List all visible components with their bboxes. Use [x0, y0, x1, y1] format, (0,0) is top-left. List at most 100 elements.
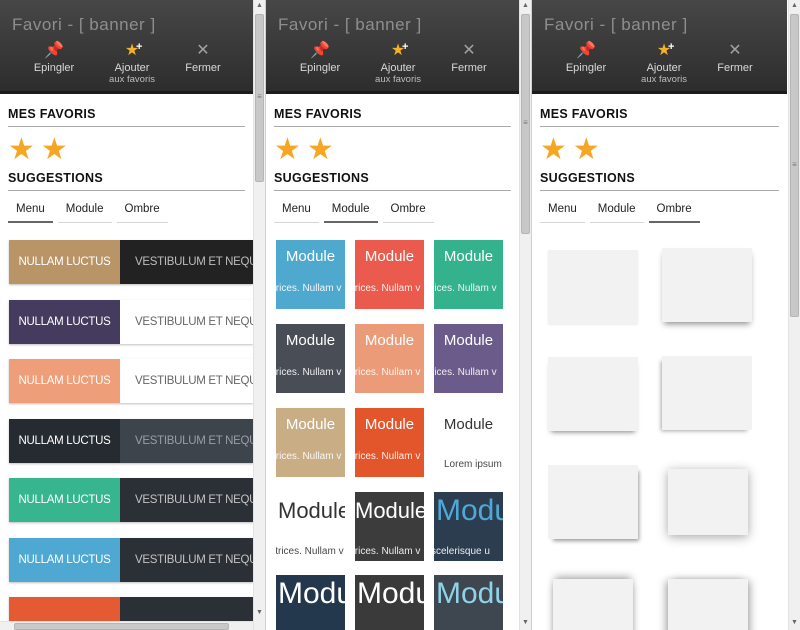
module-suggestion-tile[interactable]: Modu scelerisque u [434, 492, 503, 561]
add-favorite-button[interactable]: ★ + Ajouter aux favoris [625, 40, 703, 85]
shadow-card[interactable] [662, 356, 752, 430]
menu-item-right-label: VESTIBULUM ET NEQUE [120, 299, 253, 344]
tab-menu[interactable]: Menu [8, 201, 53, 223]
shadow-card[interactable] [668, 579, 748, 630]
module-suggestion-tile[interactable]: Module [355, 575, 424, 630]
module-suggestion-tile[interactable]: Module trices. Nullam v [276, 240, 345, 309]
vertical-scrollbar[interactable]: ▲ ▼ [519, 0, 531, 630]
horizontal-scrollbar[interactable] [0, 621, 253, 630]
favorite-stars: ★ ★ [8, 127, 245, 171]
menu-suggestion-item[interactable]: NULLAM LUCTUS VESTIBULUM ET NEQUE [9, 478, 253, 522]
scroll-up-icon[interactable]: ▲ [254, 2, 265, 9]
module-title: Module [364, 416, 415, 433]
module-suggestion-tile[interactable]: Module trices. Nullam v [355, 240, 424, 309]
shadow-card[interactable] [548, 250, 638, 324]
vertical-scrollbar[interactable]: ▲ ▼ [788, 0, 800, 630]
module-suggestion-tile[interactable]: Module trices. Nullam v [276, 324, 345, 393]
scroll-down-icon[interactable]: ▼ [254, 609, 265, 616]
pin-button[interactable]: 📌 Epingler [15, 40, 93, 74]
favorite-star-icon[interactable]: ★ [307, 135, 334, 165]
favorite-star-icon[interactable]: ★ [41, 135, 68, 165]
tab-ombre[interactable]: Ombre [116, 201, 168, 223]
module-suggestion-tile[interactable]: Module Lorem ipsum [434, 408, 503, 477]
module-suggestion-tile[interactable]: Modu [434, 575, 503, 630]
scrollbar-thumb[interactable] [14, 623, 229, 630]
menu-item-right-label: VESTIBULUM ET NEQUE [120, 537, 253, 582]
module-subtitle: rices. Nullam v [434, 367, 497, 378]
shadow-card[interactable] [548, 357, 638, 431]
tab-menu[interactable]: Menu [540, 201, 585, 223]
tab-ombre[interactable]: Ombre [648, 201, 700, 223]
scroll-up-icon[interactable]: ▲ [789, 2, 800, 9]
tab-menu[interactable]: Menu [274, 201, 319, 223]
menu-item-right-label: VESTIBULUM ET NEQUE [120, 418, 253, 463]
scroll-down-icon[interactable]: ▼ [789, 619, 800, 626]
menu-item-left-label: NULLAM LUCTUS [9, 359, 120, 403]
pin-label: Epingler [33, 62, 75, 74]
menu-item-left-label: NULLAM LUCTUS [9, 478, 120, 522]
close-label: Fermer [717, 62, 753, 74]
shadow-card[interactable] [662, 248, 752, 322]
scrollbar-thumb[interactable] [255, 14, 264, 182]
menu-suggestion-item[interactable]: NULLAM LUCTUS VESTIBULUM ET NEQUE [9, 537, 253, 582]
close-icon: ✕ [728, 42, 742, 59]
pin-button[interactable]: 📌 Epingler [547, 40, 625, 74]
scrollbar-thumb[interactable] [521, 14, 530, 234]
module-suggestion-tile[interactable]: Module trices. Nullam v [355, 324, 424, 393]
module-subtitle: trices. Nullam v [355, 546, 421, 557]
tab-module[interactable]: Module [323, 201, 378, 223]
scroll-down-icon[interactable]: ▼ [520, 619, 531, 626]
close-button[interactable]: ✕ Fermer [430, 40, 508, 74]
module-suggestion-tile[interactable]: Module rices. Nullam v [434, 324, 503, 393]
module-suggestion-tile[interactable]: Module trices. Nullam v [276, 408, 345, 477]
favorite-star-icon[interactable]: ★ [274, 135, 301, 165]
close-label: Fermer [451, 62, 487, 74]
favorite-star-icon[interactable]: ★ [540, 135, 567, 165]
module-title: Module [285, 248, 336, 265]
close-button[interactable]: ✕ Fermer [164, 40, 242, 74]
module-title: Module [443, 416, 494, 433]
menu-suggestion-item[interactable]: NULLAM LUCTUS VESTIBULUM ET NEQUE [9, 359, 253, 403]
shadow-card[interactable] [553, 579, 633, 630]
shadow-card[interactable] [548, 465, 638, 539]
favorite-star-icon[interactable]: ★ [8, 135, 35, 165]
menu-suggestion-item[interactable]: NULLAM LUCTUS VESTIBULUM ET NEQUE [9, 240, 253, 284]
module-title: Module [364, 332, 415, 349]
module-suggestion-tile[interactable]: Modu [276, 575, 345, 630]
module-suggestion-tile[interactable]: Module rices. Nullam v [434, 240, 503, 309]
menu-suggestion-item[interactable]: NULLAM LUCTUS VESTIBULUM ET NEQUE [9, 418, 253, 463]
suggestions-title: SUGGESTIONS [274, 171, 511, 191]
close-label: Fermer [185, 62, 221, 74]
add-sublabel: aux favoris [109, 74, 155, 85]
menu-item-left-label: NULLAM LUCTUS [9, 299, 120, 344]
add-label: Ajouter [380, 62, 416, 74]
shadow-card[interactable] [668, 469, 748, 535]
menu-item-right-label: VESTIBULUM ET NEQUE [120, 240, 253, 284]
tab-ombre[interactable]: Ombre [382, 201, 434, 223]
menu-suggestion-item[interactable]: NULLAM LUCTUS VESTIBULUM ET NEQUE [9, 299, 253, 344]
add-favorite-button[interactable]: ★ + Ajouter aux favoris [359, 40, 437, 85]
favorite-star-icon[interactable]: ★ [573, 135, 600, 165]
module-suggestion-tile[interactable]: Module trices. Nullam v [355, 408, 424, 477]
module-title: Modu [436, 494, 503, 527]
module-suggestion-tile[interactable]: Module ltrices. Nullam v [276, 492, 345, 561]
vertical-scrollbar[interactable]: ▲ ▼ [253, 0, 265, 630]
module-subtitle: trices. Nullam v [355, 451, 421, 462]
scroll-up-icon[interactable]: ▲ [520, 2, 531, 9]
module-suggestion-tile[interactable]: Module trices. Nullam v [355, 492, 424, 561]
favorites-title: MES FAVORIS [8, 94, 245, 127]
suggestions-title: SUGGESTIONS [540, 171, 779, 191]
menu-item-right-label: VESTIBULUM ET NEQUE [120, 478, 253, 522]
pin-button[interactable]: 📌 Epingler [281, 40, 359, 74]
add-favorite-button[interactable]: ★ + Ajouter aux favoris [93, 40, 171, 85]
tab-module[interactable]: Module [57, 201, 112, 223]
module-title: Module [443, 248, 494, 265]
tab-module[interactable]: Module [589, 201, 644, 223]
module-subtitle: trices. Nullam v [276, 451, 342, 462]
pin-icon: 📌 [310, 42, 330, 59]
close-button[interactable]: ✕ Fermer [696, 40, 774, 74]
menu-item-left-label: NULLAM LUCTUS [9, 418, 120, 463]
window-header: Favori - [ banner ] 📌 Epingler ★ + Ajoute… [0, 0, 253, 94]
scrollbar-thumb[interactable] [790, 14, 799, 317]
module-subtitle: trices. Nullam v [276, 283, 342, 294]
